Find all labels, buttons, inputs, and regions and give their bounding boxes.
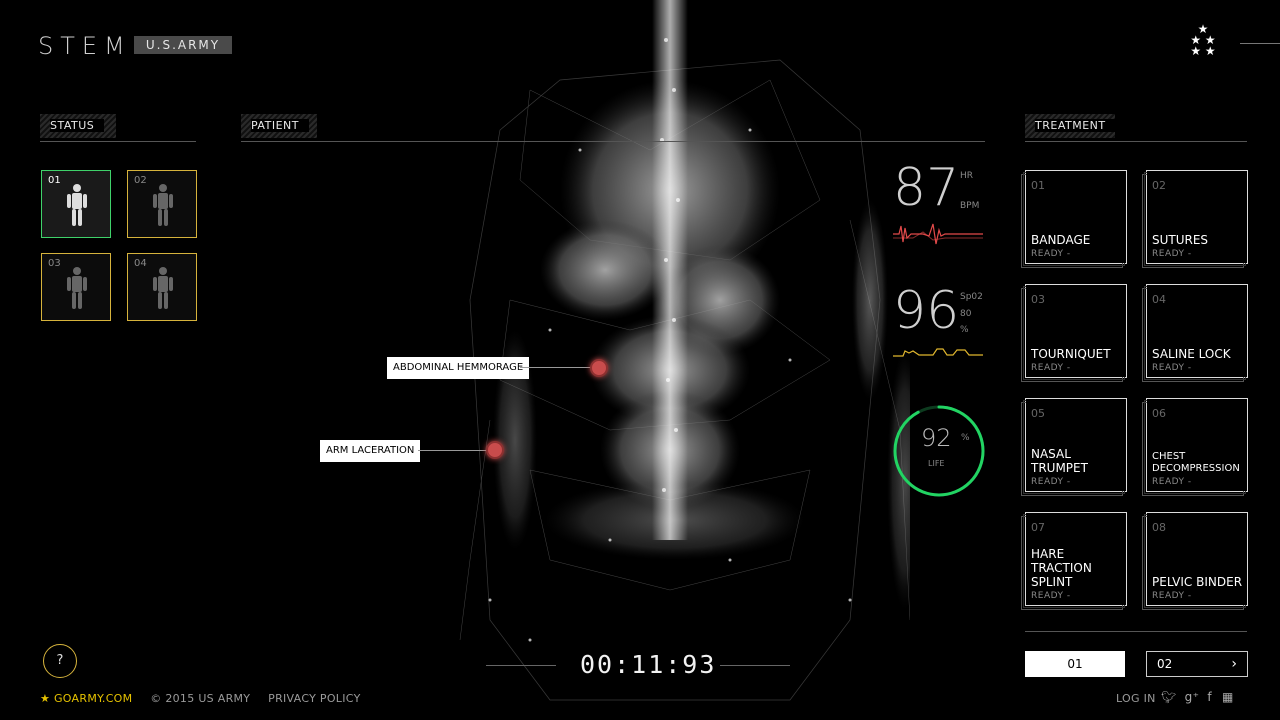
treatment-status: READY - — [1031, 477, 1071, 487]
treatment-status: READY - — [1152, 363, 1192, 373]
patient-figure-icon — [153, 267, 173, 309]
twitter-icon[interactable]: 🐦︎ — [1161, 690, 1177, 704]
goarmy-link[interactable]: GOARMY.COM — [54, 692, 132, 705]
treatment-page-label: 02 — [1157, 657, 1173, 671]
google-plus-icon[interactable]: g⁺ — [1185, 690, 1200, 704]
timer-line-right — [720, 665, 790, 666]
treatment-page-01[interactable]: 01 — [1025, 651, 1125, 677]
patient-section-label: PATIENT — [241, 114, 317, 138]
heart-rate-label: HR — [960, 171, 974, 181]
treatment-name: HARE TRACTION SPLINT — [1031, 547, 1092, 589]
treatment-number: 07 — [1031, 521, 1045, 534]
treatment-rule — [1025, 141, 1247, 142]
treatment-name: TOURNIQUET — [1031, 347, 1111, 361]
treatment-status: READY - — [1031, 249, 1071, 259]
treatment-card-nasal-trumpet[interactable]: 05 NASAL TRUMPET READY - — [1021, 398, 1127, 496]
life-label: LIFE — [928, 459, 945, 468]
footer-left: ★ GOARMY.COM © 2015 US ARMY PRIVACY POLI… — [40, 692, 361, 705]
treatment-card-bandage[interactable]: 01 BANDAGE READY - — [1021, 170, 1127, 268]
menu-grid-icon[interactable]: ▦ — [1222, 690, 1234, 704]
life-value: 92 — [921, 424, 952, 452]
treatment-name: PELVIC BINDER — [1152, 575, 1243, 589]
treatment-page-02[interactable]: 02 › — [1146, 651, 1248, 677]
brand-logo[interactable]: STEM — [38, 32, 132, 60]
status-rule — [40, 141, 196, 142]
injury-marker-arm[interactable] — [486, 441, 504, 459]
stars-divider — [1240, 43, 1280, 44]
status-tile-number: 02 — [134, 175, 147, 186]
spo2-sub-value: 80 — [960, 309, 972, 319]
treatment-number: 05 — [1031, 407, 1045, 420]
status-tile-04[interactable]: 04 — [127, 253, 197, 321]
treatment-status: READY - — [1152, 591, 1192, 601]
patient-figure-icon — [67, 267, 87, 309]
heart-rate-value: 87 — [893, 158, 960, 218]
heart-rate-waveform — [893, 223, 983, 245]
treatment-card-chest-decompression[interactable]: 06 CHEST DECOMPRESSION READY - — [1142, 398, 1248, 496]
treatment-section-label: TREATMENT — [1025, 114, 1116, 138]
treatment-number: 06 — [1152, 407, 1166, 420]
army-tag: U.S.ARMY — [134, 36, 232, 54]
status-tile-number: 04 — [134, 258, 147, 269]
help-button[interactable]: ? — [43, 644, 77, 678]
privacy-policy-link[interactable]: PRIVACY POLICY — [268, 692, 360, 705]
stars-menu-icon[interactable]: ★ ★ ★ ★ ★ — [1184, 23, 1222, 60]
treatment-card-pelvic-binder[interactable]: 08 PELVIC BINDER READY - — [1142, 512, 1248, 610]
facebook-icon[interactable]: f — [1207, 690, 1212, 704]
treatment-card-sutures[interactable]: 02 SUTURES READY - — [1142, 170, 1248, 268]
treatment-status: READY - — [1152, 249, 1192, 259]
treatment-pages-rule — [1025, 631, 1247, 632]
status-tile-02[interactable]: 02 — [127, 170, 197, 238]
spo2-waveform — [893, 348, 983, 357]
social-icons: 🐦︎ g⁺ f ▦ — [1161, 690, 1234, 704]
treatment-card-hare-traction-splint[interactable]: 07 HARE TRACTION SPLINT READY - — [1021, 512, 1127, 610]
status-tile-03[interactable]: 03 — [41, 253, 111, 321]
treatment-card-saline-lock[interactable]: 04 SALINE LOCK READY - — [1142, 284, 1248, 382]
treatment-name: BANDAGE — [1031, 233, 1091, 247]
injury-callout-abdominal[interactable]: ABDOMINAL HEMMORAGE — [387, 357, 530, 379]
star-icon: ★ — [40, 692, 51, 705]
login-link[interactable]: LOG IN — [1116, 692, 1156, 705]
treatment-card-tourniquet[interactable]: 03 TOURNIQUET READY - — [1021, 284, 1127, 382]
heart-rate-unit: BPM — [960, 201, 980, 211]
patient-rule — [241, 141, 985, 142]
treatment-number: 01 — [1031, 179, 1045, 192]
life-unit: % — [961, 433, 970, 443]
treatment-name: SUTURES — [1152, 233, 1209, 247]
copyright-text: © 2015 US ARMY — [150, 692, 251, 705]
treatment-name: CHEST DECOMPRESSION — [1152, 451, 1240, 474]
timer-line-left — [486, 665, 556, 666]
treatment-name: NASAL TRUMPET — [1031, 447, 1088, 475]
status-tile-number: 03 — [48, 258, 61, 269]
spo2-value: 96 — [893, 281, 960, 341]
spo2-unit: % — [960, 325, 969, 335]
injury-callout-line — [418, 450, 488, 451]
injury-callout-arm[interactable]: ARM LACERATION — [320, 440, 421, 462]
patient-figure-icon — [153, 184, 173, 226]
treatment-name: SALINE LOCK — [1152, 347, 1231, 361]
treatment-number: 04 — [1152, 293, 1166, 306]
status-section-label: STATUS — [40, 114, 116, 138]
treatment-number: 03 — [1031, 293, 1045, 306]
treatment-status: READY - — [1031, 363, 1071, 373]
status-tile-01[interactable]: 01 — [41, 170, 111, 238]
treatment-status: READY - — [1031, 591, 1071, 601]
treatment-status: READY - — [1152, 477, 1192, 487]
session-timer: 00:11:93 — [580, 650, 717, 679]
injury-marker-abdominal[interactable] — [590, 359, 608, 377]
spo2-label: Sp02 — [960, 292, 983, 302]
chevron-right-icon: › — [1231, 656, 1237, 672]
treatment-number: 08 — [1152, 521, 1166, 534]
treatment-number: 02 — [1152, 179, 1166, 192]
injury-callout-line — [520, 367, 592, 368]
patient-figure-icon — [67, 184, 87, 226]
status-tile-number: 01 — [48, 175, 61, 186]
